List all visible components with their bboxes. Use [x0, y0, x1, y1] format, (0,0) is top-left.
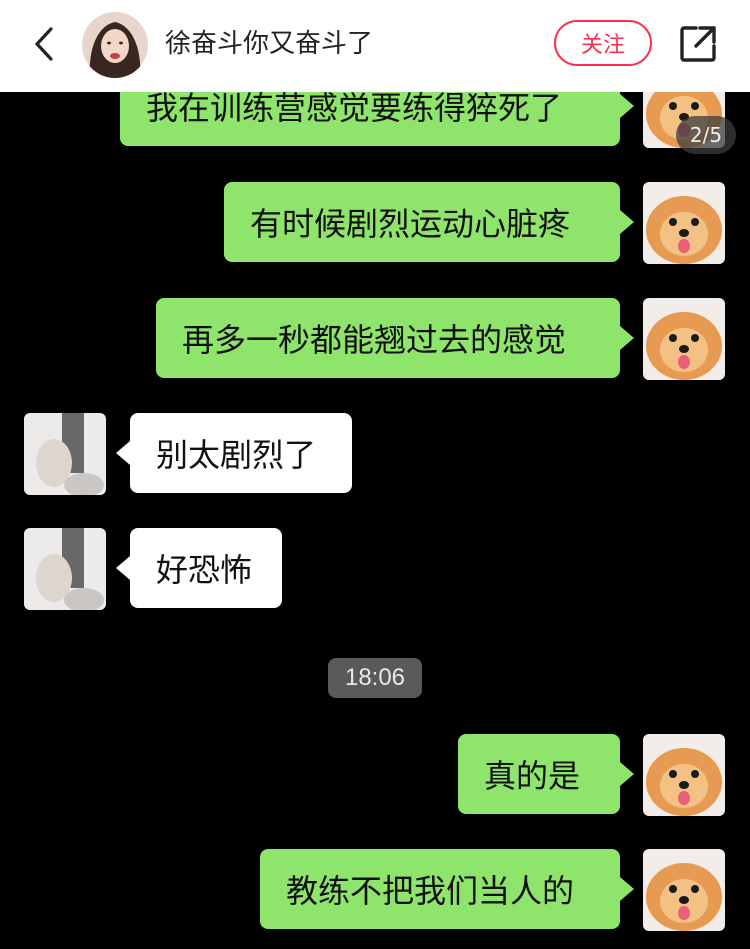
chat-timestamp: 18:06: [328, 658, 422, 698]
friend-avatar: [24, 413, 106, 495]
author-avatar[interactable]: [82, 12, 148, 78]
message-text: 我在训练营感觉要练得猝死了: [146, 92, 563, 127]
chat-bubble-sent: 有时候剧烈运动心脏疼: [224, 182, 634, 262]
my-avatar: [643, 734, 725, 816]
my-avatar: [643, 182, 725, 264]
message-text: 有时候剧烈运动心脏疼: [250, 205, 571, 243]
back-button[interactable]: [24, 24, 64, 64]
message-text: 别太剧烈了: [156, 436, 317, 474]
post-image[interactable]: 我在训练营感觉要练得猝死了 2/5 有时候剧烈运动心脏疼 再多一秒都能翘过去的感…: [0, 92, 750, 949]
message-text: 教练不把我们当人的: [286, 872, 575, 910]
chat-bubble-sent: 再多一秒都能翘过去的感觉: [156, 298, 634, 378]
chevron-left-icon: [35, 27, 53, 61]
share-button[interactable]: [676, 22, 720, 66]
chat-bubble-sent: 我在训练营感觉要练得猝死了: [120, 92, 634, 146]
post-header: 徐奋斗你又奋斗了 关注: [0, 0, 750, 92]
image-page-indicator: 2/5: [676, 116, 736, 154]
my-avatar: [643, 849, 725, 931]
share-icon: [680, 26, 716, 62]
my-avatar: [643, 298, 725, 380]
chat-bubble-received: 别太剧烈了: [116, 413, 352, 493]
message-text: 真的是: [484, 757, 581, 795]
message-text: 好恐怖: [156, 551, 253, 589]
chat-bubble-sent: 教练不把我们当人的: [260, 849, 634, 929]
message-text: 再多一秒都能翘过去的感觉: [182, 321, 567, 359]
chat-bubble-sent: 真的是: [458, 734, 634, 814]
friend-avatar: [24, 528, 106, 610]
chat-bubble-received: 好恐怖: [116, 528, 282, 608]
follow-button[interactable]: 关注: [554, 20, 652, 66]
author-name[interactable]: 徐奋斗你又奋斗了: [165, 26, 373, 62]
